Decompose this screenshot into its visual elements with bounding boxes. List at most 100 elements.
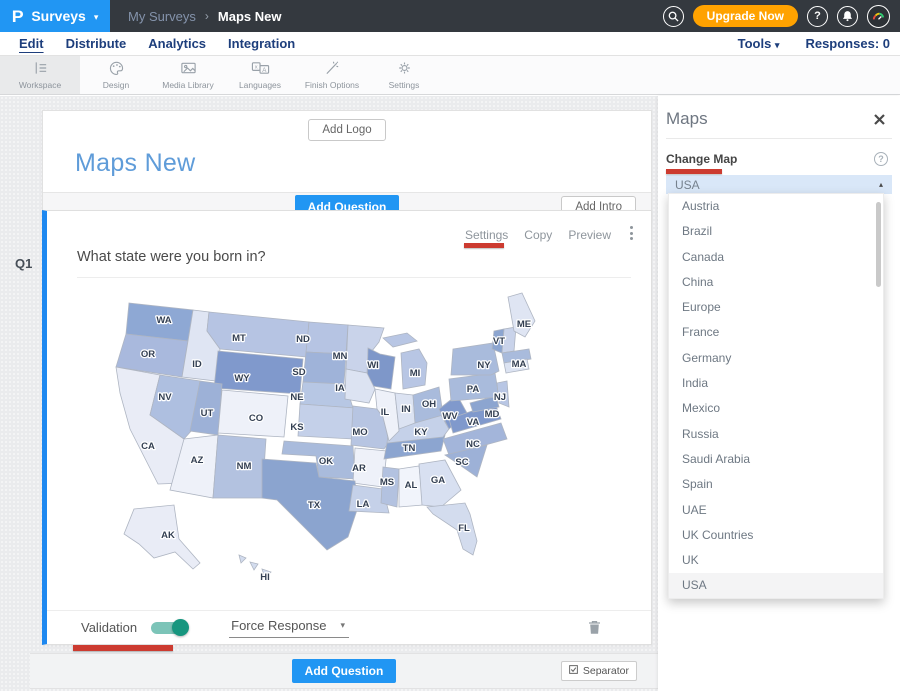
survey-title[interactable]: Maps New <box>43 143 651 192</box>
question-settings-link[interactable]: Settings <box>465 228 508 242</box>
state-label-ca: CA <box>141 441 155 452</box>
close-icon[interactable] <box>873 113 886 126</box>
notifications-bell-icon[interactable] <box>837 6 858 27</box>
panel-title: Maps <box>666 109 708 129</box>
state-label-nm: NM <box>237 461 252 472</box>
state-label-nj: NJ <box>494 392 506 403</box>
svg-text:x: x <box>254 65 257 71</box>
responses-count[interactable]: Responses: 0 <box>805 36 890 51</box>
maps-settings-panel: Maps Change Map ? USA ▴ AustriaBrazilCan… <box>658 96 900 691</box>
map-option-mexico[interactable]: Mexico <box>669 396 883 421</box>
state-label-fl: FL <box>458 523 470 534</box>
delete-question-trash-icon[interactable] <box>582 619 607 639</box>
state-label-id: ID <box>192 359 202 370</box>
question-text[interactable]: What state were you born in? <box>77 249 266 265</box>
state-label-mn: MN <box>333 351 348 362</box>
state-label-ma: MA <box>512 359 527 370</box>
state-label-ny: NY <box>477 360 491 371</box>
tab-edit[interactable]: Edit <box>8 36 55 51</box>
state-label-al: AL <box>405 480 418 491</box>
map-option-china[interactable]: China <box>669 270 883 295</box>
question-copy-link[interactable]: Copy <box>524 228 552 242</box>
state-label-md: MD <box>485 409 500 420</box>
state-label-ak: AK <box>161 530 175 541</box>
help-icon[interactable]: ? <box>807 6 828 27</box>
state-label-va: VA <box>467 417 480 428</box>
map-option-spain[interactable]: Spain <box>669 472 883 497</box>
breadcrumb-parent[interactable]: My Surveys <box>128 9 196 24</box>
avatar[interactable] <box>867 5 890 28</box>
validation-toggle[interactable] <box>151 622 187 634</box>
toolbar-item-media-library[interactable]: Media Library <box>152 56 224 94</box>
upgrade-now-button[interactable]: Upgrade Now <box>693 5 798 27</box>
breadcrumb-current: Maps New <box>218 9 282 24</box>
divider <box>77 277 631 278</box>
state-label-tx: TX <box>308 500 321 511</box>
add-logo-button[interactable]: Add Logo <box>308 119 385 141</box>
toolbar-item-design[interactable]: Design <box>80 56 152 94</box>
state-label-or: OR <box>141 349 155 360</box>
state-ks[interactable] <box>298 404 355 439</box>
search-icon[interactable] <box>663 6 684 27</box>
map-select-value: USA <box>675 178 700 192</box>
map-option-uae[interactable]: UAE <box>669 498 883 523</box>
questionpro-survey-editor: { "topbar": { "product_label": "Surveys"… <box>0 0 900 691</box>
separator-button[interactable]: Separator <box>561 661 637 681</box>
map-select[interactable]: USA ▴ <box>666 175 892 194</box>
state-label-il: IL <box>381 407 390 418</box>
workspace-icon <box>32 60 49 78</box>
state-label-mo: MO <box>352 427 367 438</box>
map-option-austria[interactable]: Austria <box>669 194 883 219</box>
topbar: P Surveys ▾ My Surveys › Maps New Upgrad… <box>0 0 900 32</box>
map-option-saudi-arabia[interactable]: Saudi Arabia <box>669 447 883 472</box>
state-label-wa: WA <box>156 315 171 326</box>
toolbar-item-label: Languages <box>239 80 281 90</box>
add-question-button-bottom[interactable]: Add Question <box>292 659 397 683</box>
question-card: Settings Copy Preview What state were yo… <box>42 210 652 645</box>
annotation-underline-change-map <box>666 169 722 174</box>
map-option-europe[interactable]: Europe <box>669 295 883 320</box>
settings-icon <box>396 60 413 78</box>
state-label-vt: VT <box>493 336 505 347</box>
state-label-tn: TN <box>403 443 416 454</box>
state-wy[interactable] <box>214 351 303 394</box>
map-option-india[interactable]: India <box>669 371 883 396</box>
tools-menu[interactable]: Tools ▾ <box>738 36 780 51</box>
question-preview-link[interactable]: Preview <box>568 228 611 242</box>
toolbar-item-label: Finish Options <box>305 80 359 90</box>
change-map-label: Change Map <box>666 152 737 166</box>
state-label-ms: MS <box>380 477 394 488</box>
add-question-band: Add Question Separator <box>30 653 658 689</box>
map-option-france[interactable]: France <box>669 320 883 345</box>
map-option-germany[interactable]: Germany <box>669 346 883 371</box>
map-option-brazil[interactable]: Brazil <box>669 219 883 244</box>
chevron-up-icon: ▴ <box>879 180 883 189</box>
tab-integration[interactable]: Integration <box>217 36 306 51</box>
state-label-la: LA <box>357 499 370 510</box>
question-more-menu-icon[interactable] <box>630 226 633 240</box>
change-map-help-icon[interactable]: ? <box>874 152 888 166</box>
state-label-mt: MT <box>232 333 246 344</box>
product-switcher[interactable]: P Surveys ▾ <box>0 0 110 32</box>
nav-tabs: EditDistributeAnalyticsIntegration <box>8 36 306 51</box>
finish-options-icon <box>324 60 341 78</box>
toolbar-item-label: Workspace <box>19 80 61 90</box>
state-label-ok: OK <box>319 456 333 467</box>
toolbar-item-finish-options[interactable]: Finish Options <box>296 56 368 94</box>
tab-analytics[interactable]: Analytics <box>137 36 217 51</box>
chevron-down-icon: ▾ <box>94 12 99 23</box>
toolbar-item-languages[interactable]: xALanguages <box>224 56 296 94</box>
state-mt[interactable] <box>207 312 309 357</box>
tab-distribute[interactable]: Distribute <box>55 36 138 51</box>
map-option-uk[interactable]: UK <box>669 548 883 573</box>
map-option-russia[interactable]: Russia <box>669 422 883 447</box>
map-option-uk-countries[interactable]: UK Countries <box>669 523 883 548</box>
dropdown-scrollbar[interactable] <box>876 202 881 287</box>
toolbar-item-workspace[interactable]: Workspace <box>0 56 80 94</box>
force-response-dropdown[interactable]: Force Response ▾ <box>229 618 349 638</box>
toolbar-item-settings[interactable]: Settings <box>368 56 440 94</box>
map-option-usa[interactable]: USA <box>669 573 883 598</box>
map-option-canada[interactable]: Canada <box>669 245 883 270</box>
state-nd[interactable] <box>306 322 348 354</box>
usa-map[interactable]: WAORCAIDMTNDSDMNWIMIWYNVUTCONEIAKSMOAZNM… <box>96 293 546 595</box>
